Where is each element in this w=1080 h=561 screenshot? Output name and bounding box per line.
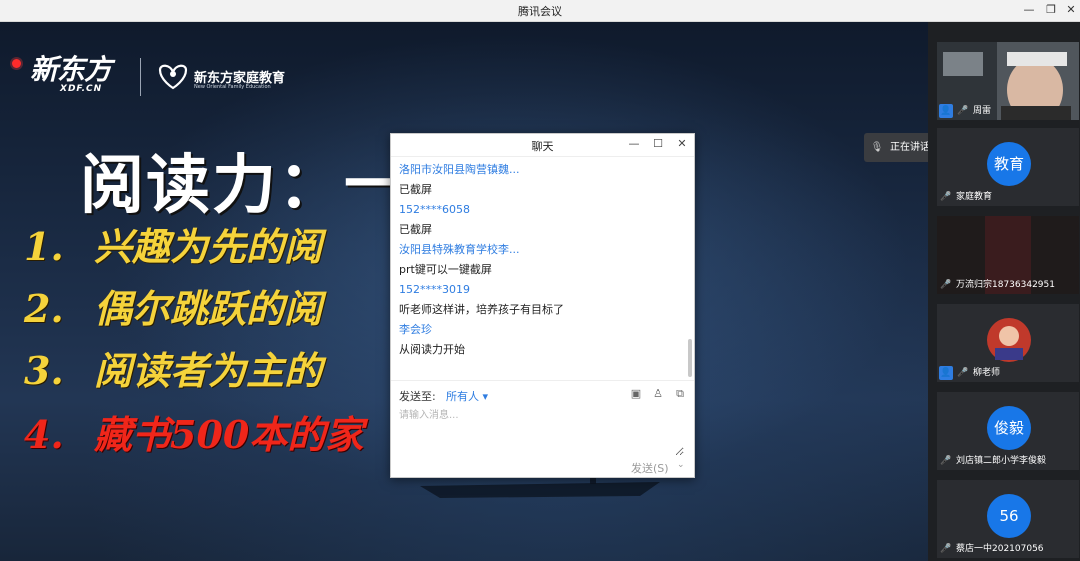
chat-message-text: 听老师这样讲，培养孩子有目标了 — [399, 303, 564, 316]
microphone-muted-icon: 🎤 — [957, 368, 969, 378]
participant-video-tile[interactable]: 56 🎤 蔡店一中202107056 — [937, 480, 1079, 558]
microphone-muted-icon: 🎤 — [940, 192, 952, 202]
participant-avatar: 教育 — [987, 142, 1031, 186]
restore-icon[interactable]: ❐ — [1042, 2, 1060, 18]
participant-label: 🎤 家庭教育 — [940, 192, 993, 202]
chat-message-text: 已截屏 — [399, 223, 432, 236]
send-to-label: 发送至: — [399, 390, 436, 403]
participant-label: 👤 🎤 柳老师 — [939, 366, 1001, 380]
microphone-icon: 🎙 — [870, 142, 884, 153]
participant-label: 👤 🎤 周雷 — [939, 104, 992, 118]
microphone-muted-icon: 🎤 — [940, 456, 952, 466]
family-education-logo-icon — [158, 64, 188, 90]
chat-scrollbar[interactable] — [688, 339, 692, 377]
chat-sender: 152****6058 — [399, 203, 470, 216]
image-icon[interactable]: ▣ — [629, 387, 643, 401]
minimize-icon[interactable]: — — [627, 137, 641, 151]
chat-message-text: 已截屏 — [399, 183, 432, 196]
participant-video-tile[interactable]: 教育 🎤 家庭教育 — [937, 128, 1079, 206]
chat-divider — [391, 380, 694, 381]
chat-sender: 汝阳县特殊教育学校李... — [399, 243, 520, 256]
chat-window[interactable]: 聊天 — ☐ ✕ 洛阳市汝阳县陶营镇魏... 已截屏 152****6058 已… — [390, 133, 695, 478]
participant-avatar: 56 — [987, 494, 1031, 538]
participant-label: 🎤 刘店镇二郎小学李俊毅 — [940, 456, 1047, 466]
close-icon[interactable]: ✕ — [675, 137, 689, 151]
host-icon: 👤 — [939, 366, 953, 380]
maximize-icon[interactable]: ☐ — [651, 137, 665, 151]
screenshot-icon[interactable]: ⧉ — [673, 387, 687, 401]
chat-header: 聊天 — ☐ ✕ — [391, 134, 694, 157]
family-education-logo-sub: New Oriental Family Education — [194, 84, 271, 90]
slide-point: 2. 偶尔跳跃的阅 — [24, 286, 323, 331]
microphone-muted-icon: 🎤 — [940, 544, 952, 554]
chat-message-text: prt键可以一键截屏 — [399, 263, 492, 276]
host-icon: 👤 — [939, 104, 953, 118]
logo-divider — [140, 58, 141, 96]
send-button[interactable]: 发送(S) — [631, 460, 669, 476]
participant-video-tile[interactable]: 俊毅 🎤 刘店镇二郎小学李俊毅 — [937, 392, 1079, 470]
microphone-muted-icon: 🎤 — [940, 280, 952, 290]
minimize-icon[interactable]: — — [1020, 2, 1038, 18]
mention-icon[interactable]: ♙ — [651, 387, 665, 401]
participant-video-tile[interactable]: 🎤 万流归宗18736342951 — [937, 216, 1079, 294]
microphone-icon: 🎤 — [957, 106, 969, 116]
slide-point: 4. 藏书500本的家 — [24, 412, 364, 457]
send-options-chevron-icon[interactable]: ⌄ — [677, 460, 685, 470]
chat-message-list[interactable]: 洛阳市汝阳县陶营镇魏... 已截屏 152****6058 已截屏 汝阳县特殊教… — [391, 157, 694, 379]
close-icon[interactable]: ✕ — [1062, 2, 1080, 18]
participant-label: 🎤 蔡店一中202107056 — [940, 544, 1044, 554]
participant-label: 🎤 万流归宗18736342951 — [940, 280, 1055, 290]
chat-message-input[interactable] — [399, 406, 684, 456]
chat-title: 聊天 — [531, 140, 554, 153]
slide-point: 1. 兴趣为先的阅 — [24, 224, 323, 269]
chat-sender: 152****3019 — [399, 283, 470, 296]
recording-icon — [12, 59, 21, 68]
participant-video-tile[interactable]: 👤 🎤 柳老师 — [937, 304, 1079, 382]
chat-sender: 洛阳市汝阳县陶营镇魏... — [399, 163, 520, 176]
xdf-logo: 新东方 — [30, 53, 112, 86]
participant-video-tile[interactable]: 👤 🎤 周雷 — [937, 42, 1079, 120]
window-titlebar: 腾讯会议 — ❐ ✕ — [0, 0, 1080, 22]
chat-sender: 李会珍 — [399, 323, 432, 336]
window-title: 腾讯会议 — [518, 5, 562, 18]
participant-avatar: 俊毅 — [987, 406, 1031, 450]
slide-point: 3. 阅读者为主的 — [24, 348, 323, 393]
chat-message-text: 从阅读力开始 — [399, 343, 465, 356]
recipient-dropdown[interactable]: 所有人 ▾ — [446, 388, 488, 404]
participant-panel: 👤 🎤 周雷 教育 🎤 家庭教育 🎤 万流归宗18736342951 👤 🎤 柳老师 俊毅 … — [928, 22, 1080, 561]
xdf-logo-sub: XDF.CN — [60, 84, 103, 94]
